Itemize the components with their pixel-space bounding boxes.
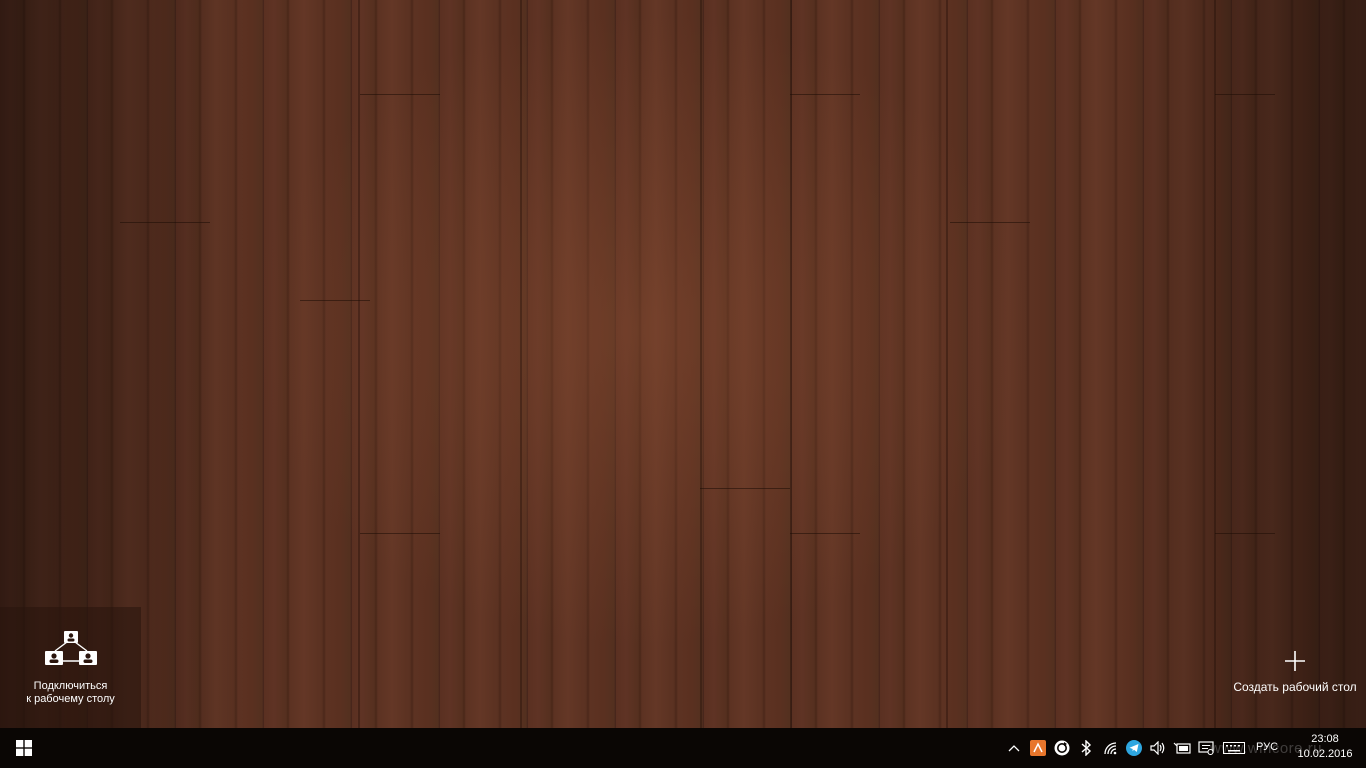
taskbar: www.wincore.ru РУС 23:08 10.02.2016 — [0, 728, 1366, 768]
start-button[interactable] — [0, 728, 48, 768]
action-center-message-icon[interactable] — [1196, 738, 1216, 758]
connect-to-desktop-label: Подключиться к рабочему столу — [26, 680, 115, 705]
wifi-icon[interactable] — [1101, 738, 1121, 758]
plus-icon — [1285, 651, 1305, 671]
volume-icon[interactable] — [1148, 738, 1168, 758]
keyboard-icon[interactable] — [1222, 738, 1246, 758]
language-indicator[interactable]: РУС — [1256, 741, 1278, 753]
new-desktop-button[interactable]: Создать рабочий стол — [1226, 650, 1364, 700]
app-tray-icon[interactable] — [1028, 738, 1048, 758]
telegram-icon[interactable] — [1124, 738, 1144, 758]
bluetooth-icon[interactable] — [1076, 738, 1096, 758]
network-connect-icon — [44, 631, 97, 665]
clock-time: 23:08 — [1311, 733, 1339, 745]
battery-icon[interactable] — [1172, 738, 1192, 758]
desktop[interactable]: Подключиться к рабочему столу Создать ра… — [0, 0, 1366, 728]
new-desktop-label: Создать рабочий стол — [1233, 680, 1357, 694]
clock[interactable]: 23:08 10.02.2016 — [1294, 732, 1356, 762]
show-desktop-button[interactable] — [1353, 728, 1366, 768]
windows-logo-icon — [16, 740, 32, 756]
clock-date: 10.02.2016 — [1297, 748, 1353, 760]
show-hidden-icons-chevron[interactable] — [1004, 738, 1024, 758]
sync-icon[interactable] — [1052, 738, 1072, 758]
connect-to-desktop-tile[interactable]: Подключиться к рабочему столу — [0, 607, 141, 728]
